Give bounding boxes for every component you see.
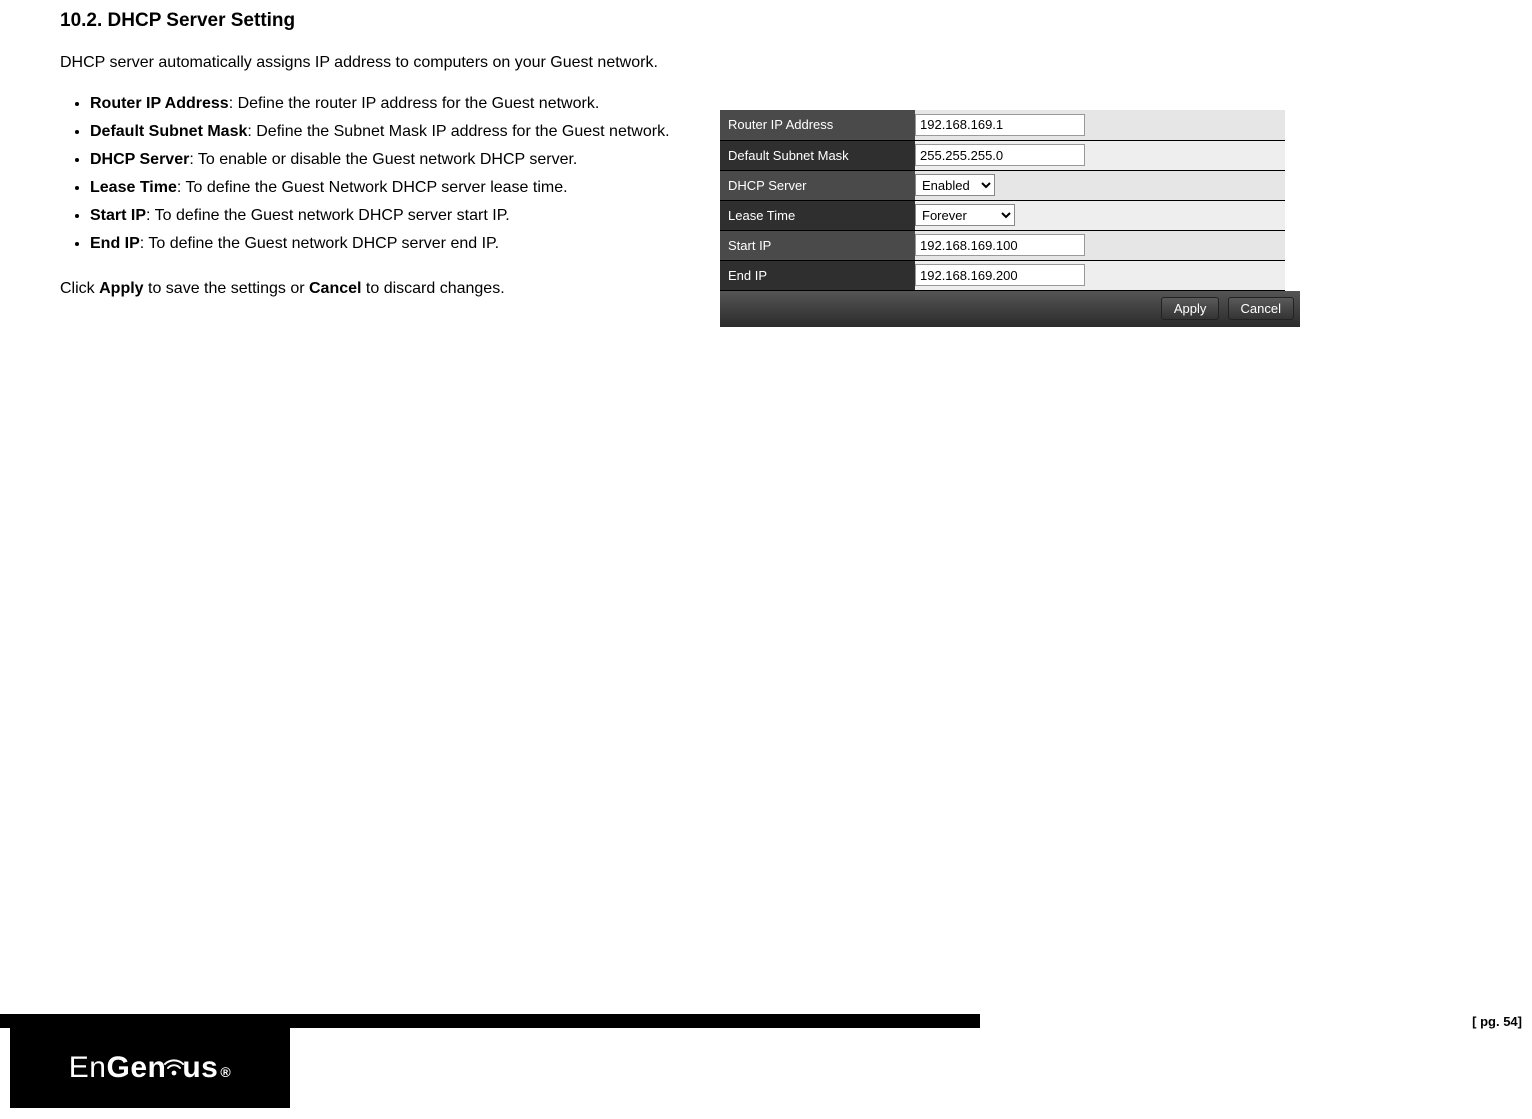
end-ip-label: End IP — [720, 260, 915, 290]
term-label: Start IP — [90, 207, 146, 224]
router-ip-label: Router IP Address — [720, 110, 915, 140]
apply-button[interactable]: Apply — [1161, 297, 1220, 320]
table-row: Lease Time Forever — [720, 200, 1285, 230]
start-ip-label: Start IP — [720, 230, 915, 260]
subnet-label: Default Subnet Mask — [720, 140, 915, 170]
actions-prefix: Click — [60, 280, 99, 297]
list-item: Default Subnet Mask: Define the Subnet M… — [90, 118, 680, 146]
table-row: End IP — [720, 260, 1285, 290]
start-ip-input[interactable] — [915, 234, 1085, 256]
cancel-button[interactable]: Cancel — [1228, 297, 1294, 320]
dhcp-server-select[interactable]: Enabled — [915, 174, 995, 196]
term-desc: : To define the Guest network DHCP serve… — [146, 207, 510, 224]
term-desc: : To define the Guest network DHCP serve… — [140, 235, 499, 252]
table-row: Router IP Address — [720, 110, 1285, 140]
router-ip-input[interactable] — [915, 114, 1085, 136]
table-row: Default Subnet Mask — [720, 140, 1285, 170]
term-label: DHCP Server — [90, 151, 189, 168]
term-desc: : To define the Guest Network DHCP serve… — [177, 179, 568, 196]
list-item: Lease Time: To define the Guest Network … — [90, 174, 680, 202]
wifi-icon — [164, 1057, 184, 1077]
actions-text: Click Apply to save the settings or Canc… — [60, 280, 680, 298]
definitions-list: Router IP Address: Define the router IP … — [60, 90, 680, 258]
list-item: Router IP Address: Define the router IP … — [90, 90, 680, 118]
intro-text: DHCP server automatically assigns IP add… — [60, 54, 1472, 72]
cancel-word: Cancel — [309, 280, 361, 297]
list-item: End IP: To define the Guest network DHCP… — [90, 230, 680, 258]
term-label: Lease Time — [90, 179, 177, 196]
table-row: Start IP — [720, 230, 1285, 260]
term-label: Router IP Address — [90, 95, 229, 112]
list-item: DHCP Server: To enable or disable the Gu… — [90, 146, 680, 174]
footer-bar — [0, 1014, 980, 1028]
apply-word: Apply — [99, 280, 143, 297]
list-item: Start IP: To define the Guest network DH… — [90, 202, 680, 230]
term-label: Default Subnet Mask — [90, 123, 247, 140]
lease-time-label: Lease Time — [720, 200, 915, 230]
term-desc: : Define the Subnet Mask IP address for … — [247, 123, 669, 140]
dhcp-server-label: DHCP Server — [720, 170, 915, 200]
table-row: DHCP Server Enabled — [720, 170, 1285, 200]
dhcp-settings-table: Router IP Address Default Subnet Mask DH… — [720, 110, 1285, 291]
button-row: Apply Cancel — [720, 291, 1300, 327]
section-heading: 10.2. DHCP Server Setting — [60, 10, 1472, 32]
page-number: [ pg. 54] — [1472, 1014, 1522, 1029]
term-desc: : To enable or disable the Guest network… — [189, 151, 577, 168]
term-desc: : Define the router IP address for the G… — [229, 95, 600, 112]
end-ip-input[interactable] — [915, 264, 1085, 286]
term-label: End IP — [90, 235, 140, 252]
actions-mid: to save the settings or — [144, 280, 309, 297]
actions-suffix: to discard changes. — [361, 280, 504, 297]
subnet-input[interactable] — [915, 144, 1085, 166]
page-footer: EnGen us® [ pg. 54] — [0, 1014, 1532, 1119]
lease-time-select[interactable]: Forever — [915, 204, 1015, 226]
brand-logo: EnGen us® — [10, 1028, 290, 1108]
